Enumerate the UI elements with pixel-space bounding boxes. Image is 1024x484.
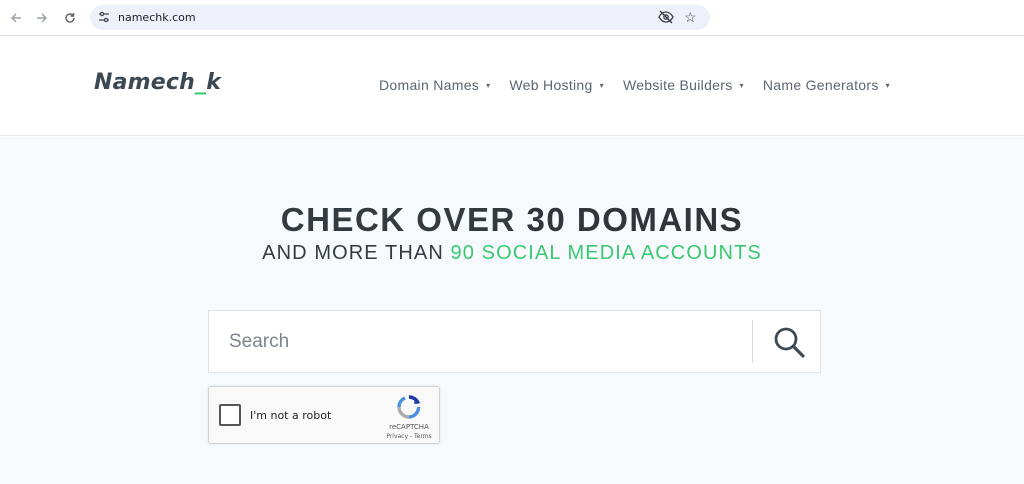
- recaptcha-links[interactable]: Privacy - Terms: [377, 433, 441, 440]
- forward-button[interactable]: [32, 8, 52, 28]
- headline-strong: 30 DOMAINS: [526, 201, 744, 238]
- search-icon: [774, 327, 805, 358]
- subline-highlight: 90 SOCIAL MEDIA ACCOUNTS: [450, 242, 762, 264]
- search-divider: [752, 320, 753, 363]
- site-logo[interactable]: Namech_k: [94, 70, 221, 95]
- main-nav: Domain Names ▾ Web Hosting ▾ Website Bui…: [379, 77, 890, 93]
- site-header: Namech_k Domain Names ▾ Web Hosting ▾ We…: [0, 36, 1024, 136]
- nav-item-label: Domain Names: [379, 77, 480, 93]
- hero-section: CHECK OVER 30 DOMAINS AND MORE THAN 90 S…: [0, 137, 1024, 484]
- nav-item-domain-names[interactable]: Domain Names ▾: [379, 77, 490, 93]
- logo-text-accent: _: [195, 70, 207, 95]
- reload-button[interactable]: [60, 8, 80, 28]
- tune-icon[interactable]: [97, 10, 111, 24]
- caret-down-icon: ▾: [486, 80, 491, 90]
- logo-text-part3: k: [206, 70, 222, 95]
- search-button[interactable]: [757, 311, 821, 372]
- nav-item-website-builders[interactable]: Website Builders ▾: [623, 77, 744, 93]
- browser-toolbar: namechk.com ☆: [0, 0, 1024, 36]
- star-icon[interactable]: ☆: [684, 8, 697, 26]
- search-box: [208, 310, 821, 373]
- nav-item-label: Website Builders: [622, 77, 733, 93]
- eye-slash-icon[interactable]: [658, 10, 674, 24]
- subline-prefix: AND MORE THAN: [262, 242, 451, 264]
- recaptcha-widget: I'm not a robot reCAPTCHA Privacy - Term…: [208, 386, 440, 444]
- hero-headline: CHECK OVER 30 DOMAINS: [0, 201, 1024, 239]
- reload-icon: [65, 13, 75, 23]
- caret-down-icon: ▾: [599, 80, 604, 90]
- recaptcha-checkbox[interactable]: [219, 404, 241, 426]
- search-input[interactable]: [209, 311, 752, 372]
- caret-down-icon: ▾: [885, 80, 890, 90]
- nav-item-label: Name Generators: [762, 77, 879, 93]
- arrow-right-icon: [37, 13, 47, 23]
- logo-text-part1: Namech: [94, 70, 196, 95]
- hero-subline: AND MORE THAN 90 SOCIAL MEDIA ACCOUNTS: [0, 242, 1024, 265]
- url-text[interactable]: namechk.com: [118, 11, 196, 24]
- nav-item-label: Web Hosting: [509, 77, 593, 93]
- address-bar[interactable]: namechk.com ☆: [90, 5, 710, 30]
- caret-down-icon: ▾: [739, 80, 744, 90]
- back-button[interactable]: [6, 8, 26, 28]
- recaptcha-brand: reCAPTCHA: [389, 423, 429, 431]
- headline-prefix: CHECK OVER: [280, 201, 527, 238]
- nav-item-name-generators[interactable]: Name Generators ▾: [763, 77, 890, 93]
- recaptcha-logo-icon: [397, 395, 421, 419]
- recaptcha-label: I'm not a robot: [250, 409, 332, 422]
- nav-item-web-hosting[interactable]: Web Hosting ▾: [509, 77, 604, 93]
- arrow-left-icon: [11, 13, 21, 23]
